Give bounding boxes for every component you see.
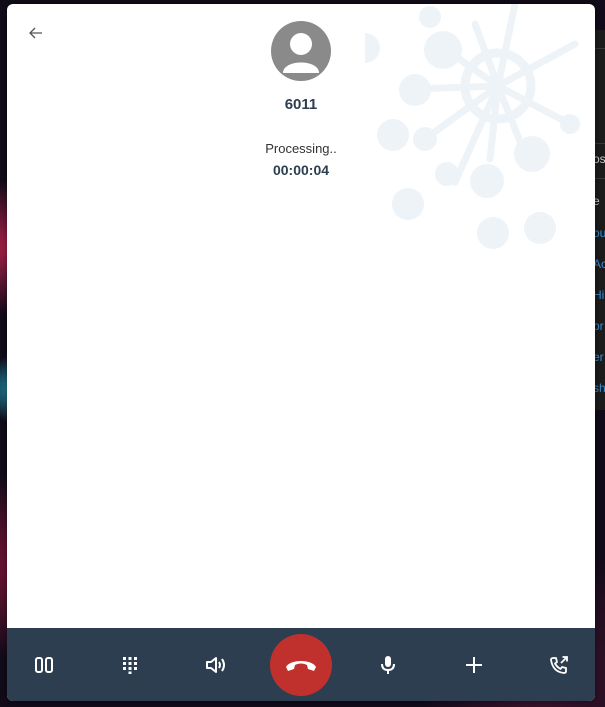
transfer-button[interactable] (538, 644, 580, 686)
network-decoration (365, 4, 580, 249)
pause-icon (35, 657, 53, 673)
speaker-icon (206, 657, 225, 673)
arrow-left-icon (29, 27, 42, 39)
avatar (271, 21, 331, 81)
call-status: Processing.. (265, 141, 337, 156)
hangup-button[interactable] (270, 634, 332, 696)
call-timer: 00:00:04 (272, 162, 330, 178)
plus-icon (466, 657, 482, 673)
speaker-button[interactable] (195, 644, 237, 686)
hold-button[interactable] (23, 644, 65, 686)
dialpad-icon (123, 657, 137, 674)
mute-button[interactable] (367, 644, 409, 686)
call-controls-bar (7, 628, 595, 701)
user-avatar-icon (271, 21, 331, 81)
call-transfer-icon (550, 656, 568, 674)
microphone-icon (381, 656, 395, 674)
back-button[interactable] (27, 24, 45, 42)
call-window: 6011 Processing.. 00:00:04 (7, 4, 595, 701)
caller-number: 6011 (284, 96, 318, 113)
phone-hangup-icon (286, 661, 316, 671)
add-call-button[interactable] (453, 644, 495, 686)
keypad-button[interactable] (109, 644, 151, 686)
